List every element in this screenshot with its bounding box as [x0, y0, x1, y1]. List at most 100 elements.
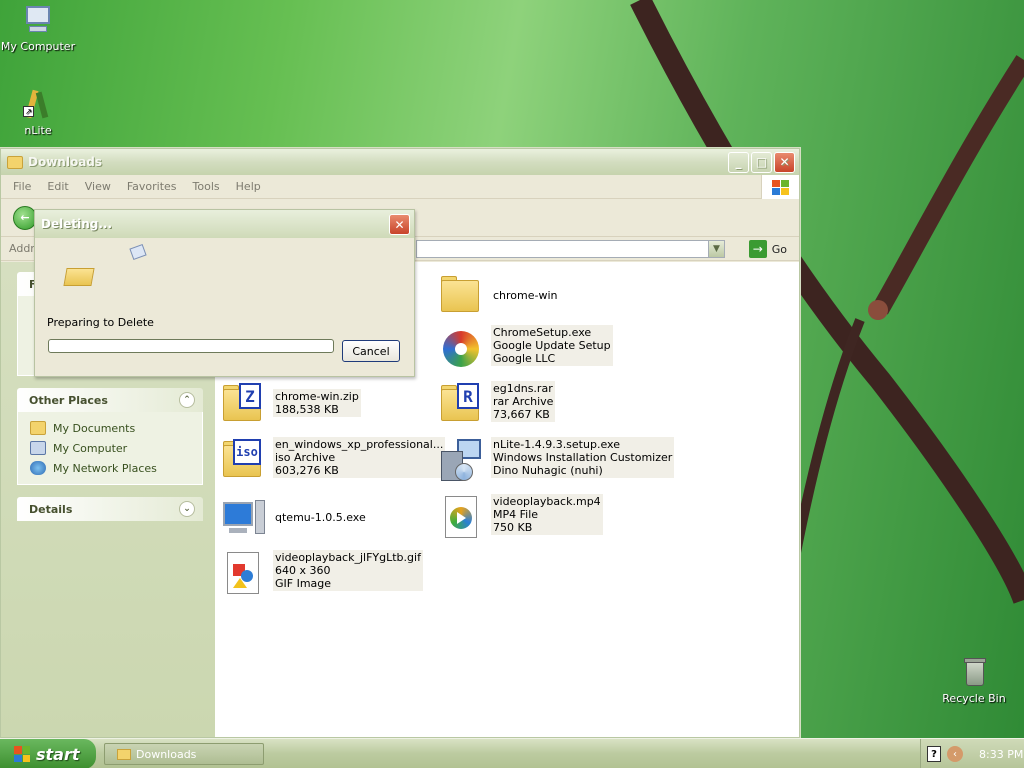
window-title: Downloads [28, 155, 103, 169]
iso-archive-icon: iso [219, 437, 267, 485]
file-name: chrome-win.zip [275, 390, 359, 403]
file-type: GIF Image [275, 577, 332, 590]
deleting-dialog: Deleting... ✕ Preparing to Delete Cancel [34, 209, 415, 377]
menu-bar: File Edit View Favorites Tools Help [1, 175, 799, 199]
dialog-status: Preparing to Delete [47, 316, 154, 329]
recycle-bin-icon [957, 656, 991, 690]
file-size: 73,667 KB [493, 408, 550, 421]
desktop-icon-label: Recycle Bin [942, 692, 1006, 705]
desktop-icon-my-computer[interactable]: My Computer [0, 4, 76, 53]
address-input[interactable]: ▼ [416, 240, 725, 258]
other-places-title: Other Places [29, 393, 108, 407]
chevron-down-icon[interactable]: ⌄ [179, 501, 195, 517]
start-label: start [36, 744, 80, 764]
computer-app-icon [219, 494, 267, 542]
desktop-icon-label: My Computer [0, 40, 76, 53]
file-size: 750 KB [493, 521, 533, 534]
file-item[interactable]: iso en_windows_xp_professional... iso Ar… [219, 437, 446, 485]
windows-logo-icon [14, 746, 30, 762]
menu-help[interactable]: Help [228, 180, 269, 193]
menu-favorites[interactable]: Favorites [119, 180, 185, 193]
dialog-titlebar[interactable]: Deleting... [35, 210, 414, 238]
chevron-up-icon[interactable]: ⌃ [179, 392, 195, 408]
zip-archive-icon: Z [219, 381, 267, 429]
taskbar: start Downloads ? ‹ 8:33 PM [0, 738, 1024, 768]
file-name: ChromeSetup.exe [493, 326, 592, 339]
file-type: iso Archive [275, 451, 336, 464]
menu-edit[interactable]: Edit [39, 180, 76, 193]
installer-icon [437, 325, 485, 373]
setup-icon [437, 437, 485, 485]
nlite-icon: ↗ [21, 88, 55, 122]
computer-icon [21, 4, 55, 38]
details-header[interactable]: Details ⌄ [17, 497, 203, 521]
details-title: Details [29, 502, 73, 516]
window-titlebar[interactable]: Downloads _ □ ✕ [1, 149, 799, 175]
dialog-title: Deleting... [41, 217, 113, 231]
chevron-down-icon[interactable]: ▼ [708, 241, 724, 257]
taskbar-item-downloads[interactable]: Downloads [104, 743, 264, 765]
file-item[interactable]: Z chrome-win.zip 188,538 KB [219, 381, 361, 429]
other-places-box: Other Places ⌃ My Documents My Computer … [17, 388, 203, 485]
archive-badge: iso [233, 439, 261, 465]
minimize-button[interactable]: _ [728, 151, 749, 173]
desktop-icon-recycle-bin[interactable]: Recycle Bin [936, 656, 1012, 705]
file-item[interactable]: qtemu-1.0.5.exe [219, 494, 368, 542]
file-company: Google LLC [493, 352, 556, 365]
place-label: My Documents [53, 421, 136, 435]
file-size: 603,276 KB [275, 464, 339, 477]
help-icon[interactable]: ? [927, 746, 941, 762]
folder-icon [117, 748, 131, 760]
file-name: videoplayback_jlFYgLtb.gif [275, 551, 421, 564]
system-tray: ? ‹ 8:33 PM [920, 739, 1024, 768]
go-button[interactable]: → Go [748, 240, 787, 258]
file-name: videoplayback.mp4 [493, 495, 601, 508]
file-size: 188,538 KB [275, 403, 339, 416]
details-box: Details ⌄ [17, 497, 203, 521]
place-my-documents[interactable]: My Documents [30, 418, 202, 438]
progress-bar [48, 339, 334, 353]
archive-badge: R [457, 383, 479, 409]
file-item[interactable]: R eg1dns.rar rar Archive 73,667 KB [437, 381, 556, 429]
desktop-icon-nlite[interactable]: ↗ nLite [0, 88, 76, 137]
file-company: Dino Nuhagic (nuhi) [493, 464, 603, 477]
menu-view[interactable]: View [77, 180, 119, 193]
file-item[interactable]: videoplayback_jlFYgLtb.gif 640 x 360 GIF… [219, 550, 423, 598]
documents-folder-icon [30, 421, 46, 435]
media-file-icon [437, 494, 485, 542]
close-button[interactable]: ✕ [389, 214, 410, 235]
go-arrow-icon: → [748, 240, 767, 258]
folder-icon [7, 155, 23, 169]
file-name: nLite-1.4.9.3.setup.exe [493, 438, 620, 451]
start-button[interactable]: start [0, 739, 96, 768]
place-my-network-places[interactable]: My Network Places [30, 458, 202, 478]
file-type: rar Archive [493, 395, 554, 408]
flying-paper-icon [129, 243, 147, 261]
taskbar-item-label: Downloads [136, 747, 197, 761]
file-description: Windows Installation Customizer [493, 451, 673, 464]
other-places-header[interactable]: Other Places ⌃ [17, 388, 203, 412]
windows-logo-icon [761, 175, 799, 199]
file-item[interactable]: videoplayback.mp4 MP4 File 750 KB [437, 494, 603, 542]
image-file-icon [219, 550, 267, 598]
computer-icon [30, 441, 46, 455]
chevron-left-icon[interactable]: ‹ [947, 746, 963, 762]
rar-archive-icon: R [437, 381, 485, 429]
place-label: My Computer [53, 441, 128, 455]
file-name: en_windows_xp_professional... [275, 438, 444, 451]
file-item[interactable]: chrome-win [437, 272, 560, 320]
desktop-icon-label: nLite [24, 124, 52, 137]
file-name: qtemu-1.0.5.exe [275, 511, 366, 524]
close-button[interactable]: ✕ [774, 151, 795, 173]
file-dimensions: 640 x 360 [275, 564, 331, 577]
place-my-computer[interactable]: My Computer [30, 438, 202, 458]
maximize-button[interactable]: □ [751, 151, 772, 173]
file-item[interactable]: ChromeSetup.exe Google Update Setup Goog… [437, 325, 613, 373]
file-type: Google Update Setup [493, 339, 611, 352]
file-item[interactable]: nLite-1.4.9.3.setup.exe Windows Installa… [437, 437, 675, 485]
other-places-body: My Documents My Computer My Network Plac… [17, 412, 203, 485]
menu-file[interactable]: File [5, 180, 39, 193]
menu-tools[interactable]: Tools [185, 180, 228, 193]
go-label: Go [771, 242, 787, 256]
cancel-button[interactable]: Cancel [342, 340, 400, 362]
